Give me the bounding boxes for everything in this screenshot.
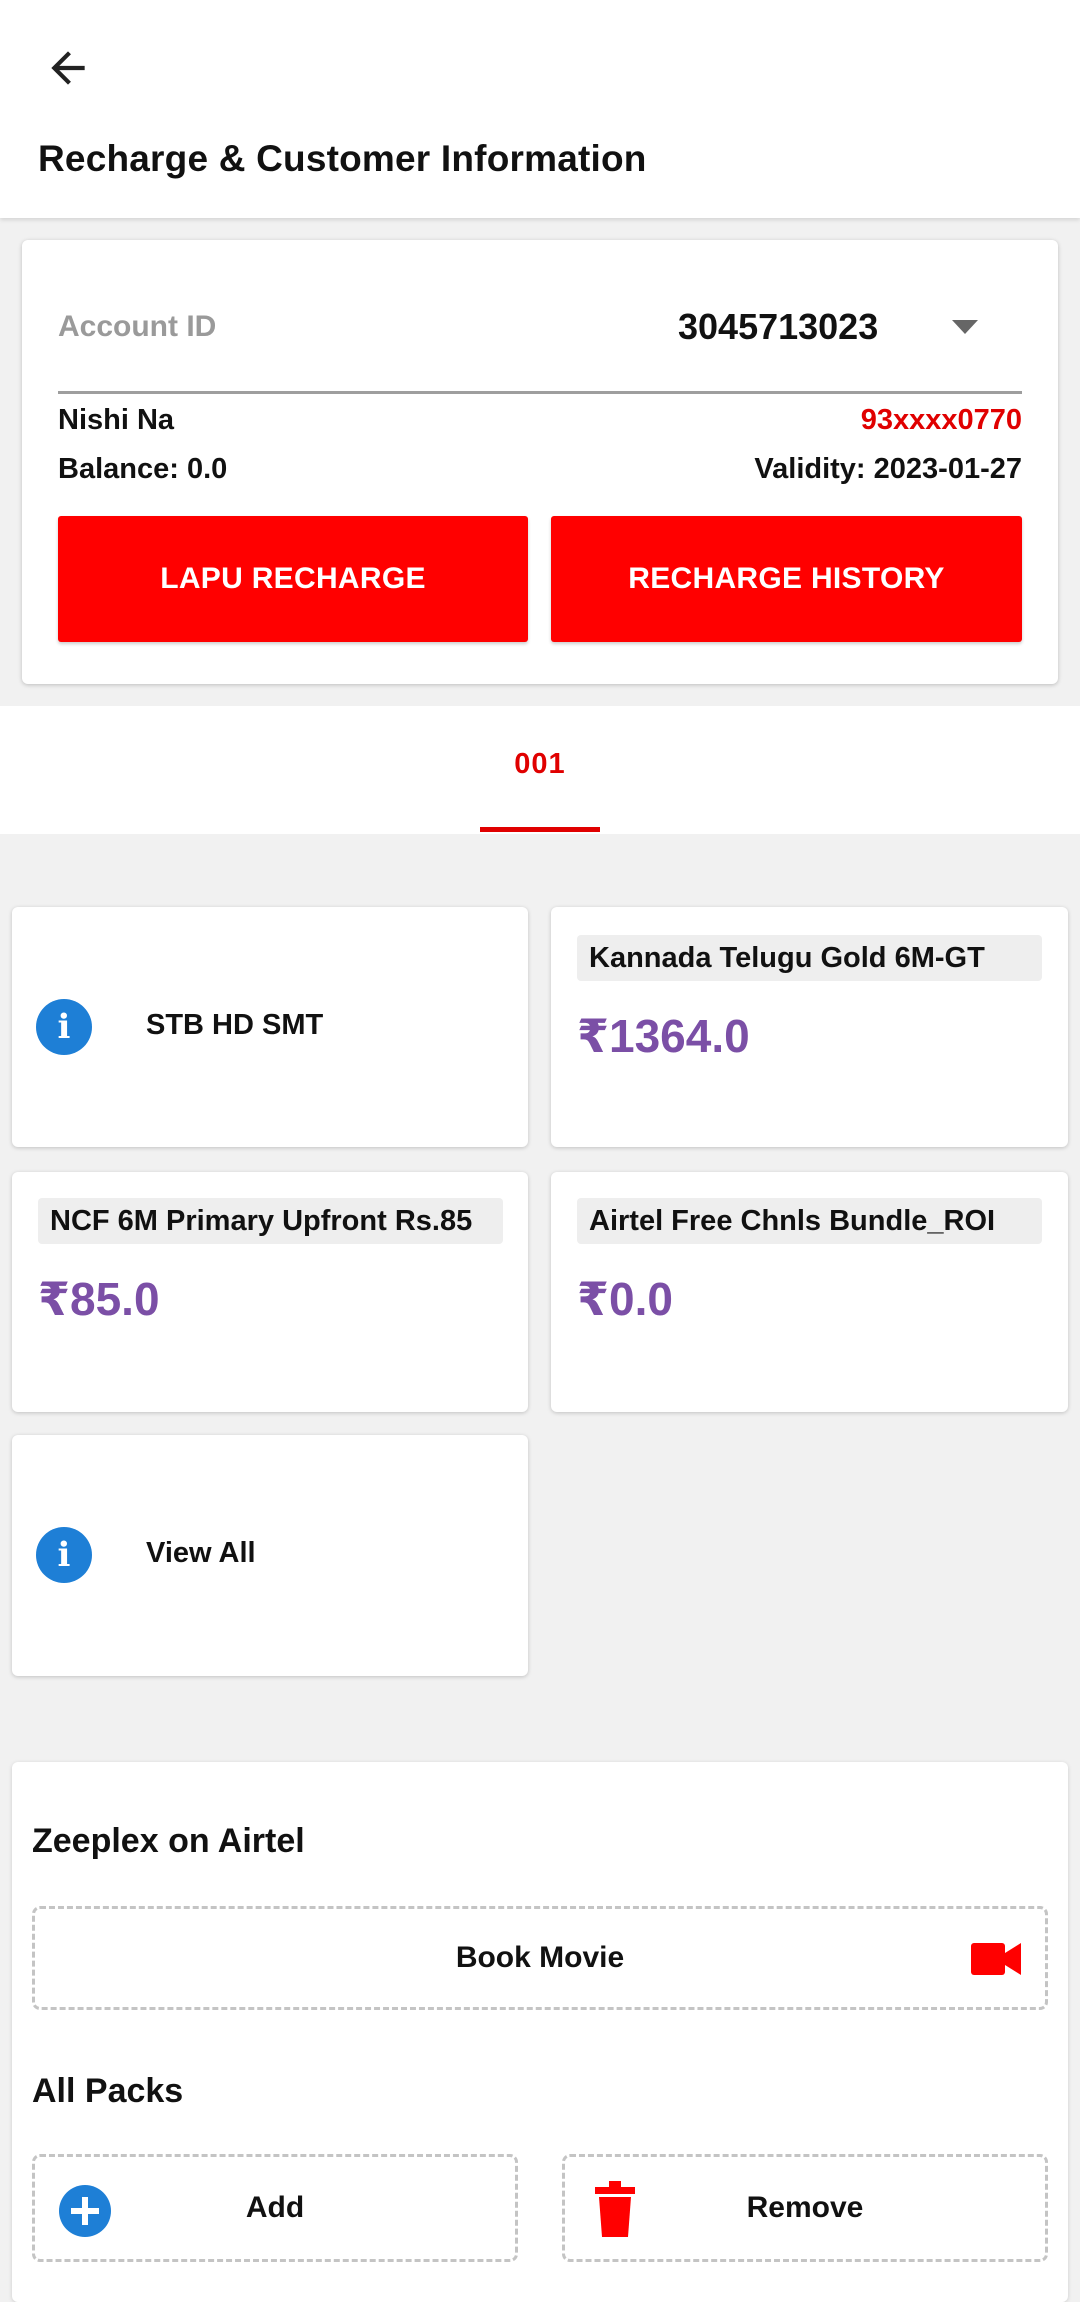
pack-name: Kannada Telugu Gold 6M-GT [577,935,1042,981]
add-label: Add [245,2191,305,2224]
info-icon: i [36,999,92,1055]
tab-001[interactable]: 001 [480,748,600,781]
tab-indicator [480,827,600,832]
view-all-card[interactable]: i View All [12,1435,528,1676]
app-header [0,0,1080,218]
zeeplex-title: Zeeplex on Airtel [32,1822,305,1860]
info-icon: i [36,1527,92,1583]
remove-pack-button[interactable]: Remove [562,2154,1048,2262]
book-movie-label: Book Movie [455,1941,625,1974]
trash-icon [595,2181,635,2237]
video-camera-icon [971,1943,1021,1975]
customer-name: Nishi Na [58,404,175,436]
divider [58,391,1022,394]
customer-balance: Balance: 0.0 [58,453,228,485]
account-id-select[interactable]: 3045713023 [678,306,878,348]
pack-name: NCF 6M Primary Upfront Rs.85 [38,1198,503,1244]
add-circle-icon [59,2185,111,2237]
account-id-label: Account ID [58,310,217,343]
customer-validity: Validity: 2023-01-27 [754,453,1022,485]
remove-label: Remove [746,2191,864,2224]
back-button[interactable] [36,36,100,100]
view-all-label: View All [146,1537,256,1569]
stb-label: STB HD SMT [146,1009,324,1041]
book-movie-button[interactable]: Book Movie [32,1906,1048,2010]
pack-card[interactable]: NCF 6M Primary Upfront Rs.85 ₹85.0 [12,1172,528,1412]
pack-price: ₹0.0 [577,1273,673,1325]
pack-card[interactable]: Airtel Free Chnls Bundle_ROI ₹0.0 [551,1172,1068,1412]
all-packs-title: All Packs [32,2072,184,2110]
lapu-recharge-button[interactable]: LAPU RECHARGE [58,516,528,642]
pack-name: Airtel Free Chnls Bundle_ROI [577,1198,1042,1244]
stb-card[interactable]: i STB HD SMT [12,907,528,1147]
back-arrow-icon [51,51,85,85]
customer-phone: 93xxxx0770 [860,404,1022,436]
pack-price: ₹1364.0 [577,1010,750,1062]
page-title: Recharge & Customer Information [38,138,647,179]
add-pack-button[interactable]: Add [32,2154,518,2262]
pack-card[interactable]: Kannada Telugu Gold 6M-GT ₹1364.0 [551,907,1068,1147]
pack-price: ₹85.0 [38,1273,160,1325]
dropdown-caret-icon[interactable] [952,320,978,334]
recharge-history-button[interactable]: RECHARGE HISTORY [551,516,1022,642]
